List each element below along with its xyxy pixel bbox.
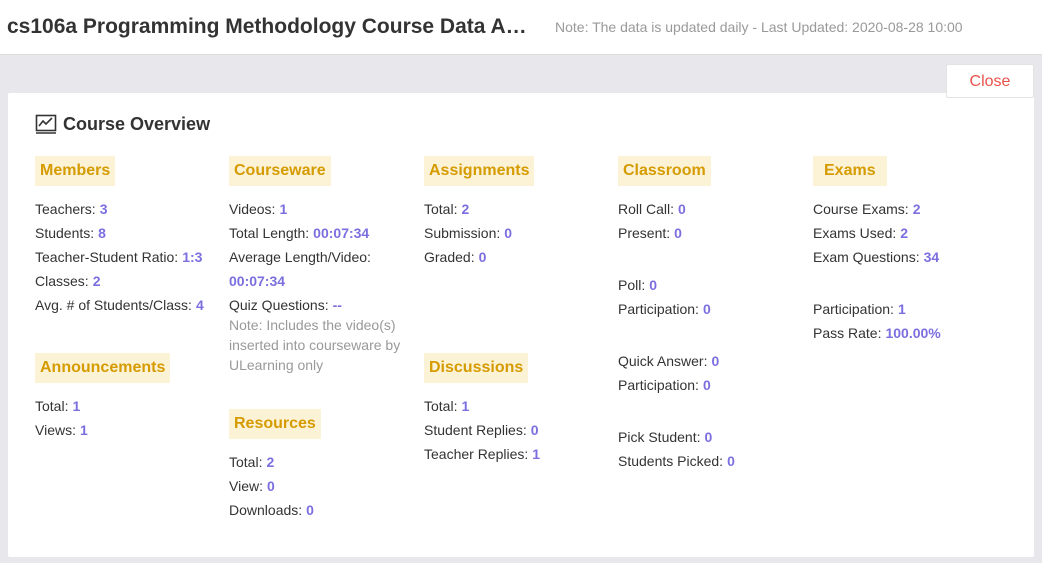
stat-resources-total: Total: 2 [229,454,275,470]
courseware-section: Courseware Videos: 1 Total Length: 00:07:3… [229,156,414,375]
stat-avg-students: Avg. # of Students/Class: 4 [35,297,204,313]
discussions-section: Discussions Total: 1 Student Replies: 0 Te… [424,353,540,466]
overview-header: Course Overview [35,112,210,136]
stat-videos: Videos: 1 [229,201,288,217]
stat-teacher-replies: Teacher Replies: 1 [424,446,541,462]
stat-avg-length: 00:07:34 [229,273,286,289]
stat-avg-length-label: Average Length/Video: [229,249,371,265]
stat-exam-participation: Participation: 1 [813,301,906,317]
stat-quiz-questions: Quiz Questions: -- [229,297,342,313]
stat-assignments-total: Total: 2 [424,201,470,217]
top-bar: cs106a Programming Methodology Course Da… [0,0,1042,55]
courseware-note: Note: Includes the video(s) inserted int… [229,317,401,373]
stat-pass-rate: Pass Rate: 100.00% [813,325,941,341]
exams-section: Exams Course Exams: 2 Exams Used: 2 Exam Q… [813,156,941,345]
stat-student-replies: Student Replies: 0 [424,422,539,438]
stat-course-exams: Course Exams: 2 [813,201,921,217]
members-section: Members Teachers: 3 Students: 8 Teacher-St… [35,156,204,317]
stat-resources-view: View: 0 [229,478,275,494]
stat-assignments-submission: Submission: 0 [424,225,513,241]
stat-classes: Classes: 2 [35,273,101,289]
page-title: cs106a Programming Methodology Course Da… [7,15,527,38]
announcements-tag: Announcements [35,353,171,383]
announcements-section: Announcements Total: 1 Views: 1 [35,353,171,442]
exams-tag: Exams [813,156,887,186]
stat-students-picked: Students Picked: 0 [618,453,735,469]
stat-pick-student: Pick Student: 0 [618,429,713,445]
resources-tag: Resources [229,409,321,439]
stat-ratio: Teacher-Student Ratio: 1:3 [35,249,203,265]
stat-discussions-total: Total: 1 [424,398,470,414]
assignments-section: Assignments Total: 2 Submission: 0 Graded:… [424,156,535,269]
stat-announcement-total: Total: 1 [35,398,81,414]
stat-teachers: Teachers: 3 [35,201,108,217]
resources-section: Resources Total: 2 View: 0 Downloads: 0 [229,409,321,522]
stat-announcement-views: Views: 1 [35,422,88,438]
close-button[interactable]: Close [946,64,1034,98]
chart-line-icon [35,113,57,135]
stat-poll: Poll: 0 [618,277,658,293]
stat-quick-answer: Quick Answer: 0 [618,353,720,369]
overview-title: Course Overview [63,113,211,134]
stat-total-length: Total Length: 00:07:34 [229,225,370,241]
courseware-tag: Courseware [229,156,331,186]
stat-assignments-graded: Graded: 0 [424,249,487,265]
assignments-tag: Assignments [424,156,535,186]
stat-students: Students: 8 [35,225,106,241]
stat-exams-used: Exams Used: 2 [813,225,909,241]
course-overview-card: Course Overview Members Teachers: 3 Stude… [8,93,1034,557]
members-tag: Members [35,156,116,186]
update-note: Note: The data is updated daily - Last U… [555,19,963,35]
stat-present: Present: 0 [618,225,682,241]
discussions-tag: Discussions [424,353,529,383]
stat-exam-questions: Exam Questions: 34 [813,249,940,265]
stat-roll-call: Roll Call: 0 [618,201,686,217]
stat-poll-participation: Participation: 0 [618,301,711,317]
stat-qa-participation: Participation: 0 [618,377,711,393]
classroom-section: Classroom Roll Call: 0 Present: 0 Poll: 0 P… [618,156,735,473]
stat-resources-downloads: Downloads: 0 [229,502,314,518]
classroom-tag: Classroom [618,156,711,186]
